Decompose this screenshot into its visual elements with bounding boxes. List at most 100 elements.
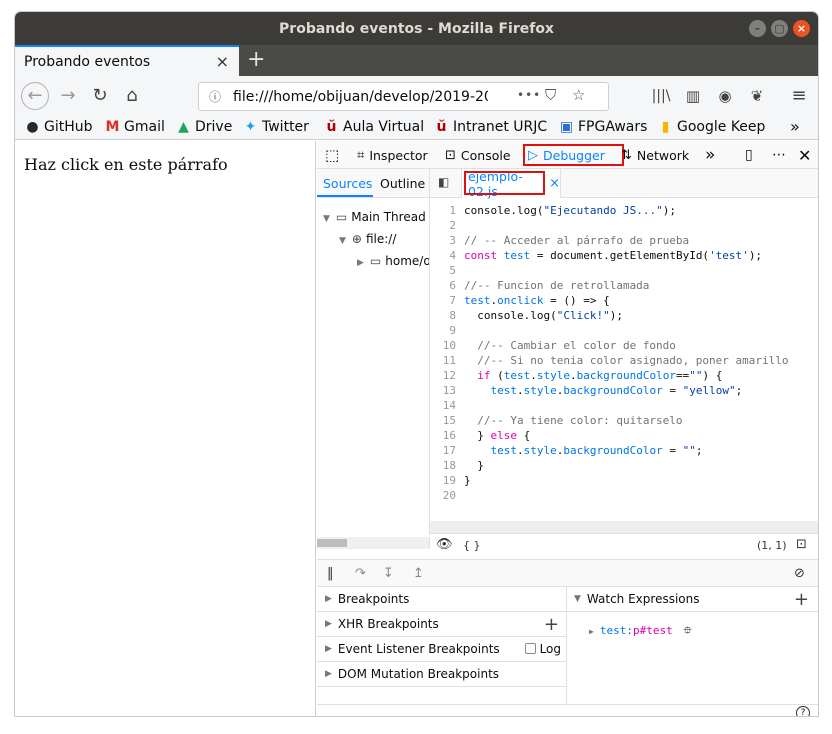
line-number[interactable]: 15 [430, 414, 456, 427]
bookmark-google-keep[interactable]: ▮ Google Keep [658, 119, 766, 135]
dom-mutation-breakpoints-section[interactable]: ▶ DOM Mutation Breakpoints [317, 662, 567, 687]
devtools-overflow-icon[interactable]: » [705, 141, 715, 169]
info-icon[interactable]: ⓘ [203, 88, 227, 105]
event-listener-breakpoints-section[interactable]: ▶ Event Listener Breakpoints Log [317, 637, 567, 662]
url-text[interactable]: file:///home/obijuan/develop/2019-20 [233, 89, 488, 105]
code-line[interactable]: const test = document.getElementById('te… [464, 249, 762, 262]
deactivate-breakpoints-icon[interactable]: ⊘ [794, 566, 805, 581]
step-in-icon[interactable]: ↧ [383, 566, 394, 581]
sidebar-icon[interactable]: ▥ [681, 84, 705, 108]
line-number[interactable]: 19 [430, 474, 456, 487]
tab-outline[interactable]: Outline [380, 176, 425, 191]
dock-side-icon[interactable]: ▯ [745, 141, 753, 169]
line-number[interactable]: 20 [430, 489, 456, 502]
code-line[interactable]: } [464, 474, 471, 487]
code-line[interactable]: } [464, 459, 484, 472]
menu-icon[interactable]: ≡ [787, 84, 811, 108]
step-out-icon[interactable]: ↥ [413, 566, 424, 581]
tab-close-icon[interactable]: × [216, 52, 229, 71]
bookmark-github[interactable]: ● GitHub [25, 119, 92, 135]
code-line[interactable]: //-- Funcion de retrollamada [464, 279, 649, 292]
new-tab-button[interactable]: + [247, 47, 265, 72]
close-window-button[interactable]: × [793, 20, 810, 37]
line-number[interactable]: 5 [430, 264, 456, 277]
bookmark-gmail[interactable]: M Gmail [105, 119, 165, 135]
code-line[interactable]: //-- Ya tiene color: quitarselo [464, 414, 682, 427]
line-number[interactable]: 6 [430, 279, 456, 292]
watch-expression-item[interactable]: ▶ test:p#test ⯐ [589, 622, 692, 641]
tab-network[interactable]: ⇅ Network [621, 141, 689, 169]
code-line[interactable]: test.onclick = () => { [464, 294, 610, 307]
breakpoints-section[interactable]: ▶ Breakpoints [317, 587, 567, 612]
bookmark-drive[interactable]: ▲ Drive [176, 119, 232, 135]
line-number[interactable]: 16 [430, 429, 456, 442]
line-number[interactable]: 13 [430, 384, 456, 397]
code-line[interactable]: if (test.style.backgroundColor=="") { [464, 369, 722, 382]
xhr-breakpoints-section[interactable]: ▶ XHR Breakpoints + [317, 612, 567, 637]
line-number[interactable]: 7 [430, 294, 456, 307]
pocket-icon[interactable]: ⛉ [545, 86, 556, 104]
tab-inspector[interactable]: ⌗ Inspector [357, 141, 428, 169]
page-actions-icon[interactable]: ••• [517, 88, 541, 102]
forward-button[interactable]: → [56, 84, 80, 108]
line-number[interactable]: 1 [430, 204, 456, 217]
watch-expressions-section[interactable]: ▼ Watch Expressions + [567, 587, 818, 612]
library-icon[interactable]: |||\ [649, 84, 673, 108]
eye-icon[interactable]: 👁 [436, 537, 453, 552]
tab-probando-eventos[interactable]: Probando eventos × [15, 45, 239, 76]
line-number[interactable]: 8 [430, 309, 456, 322]
line-number[interactable]: 3 [430, 234, 456, 247]
code-line[interactable]: test.style.backgroundColor = ""; [464, 444, 703, 457]
tree-home-folder[interactable]: ▶ ▭ home/o [357, 254, 429, 268]
bookmark-intranet-urjc[interactable]: ŭ Intranet URJC [434, 119, 548, 135]
url-bar[interactable]: ⓘ file:///home/obijuan/develop/2019-20 •… [198, 82, 609, 111]
tree-main-thread[interactable]: ▼ ▭ Main Thread [323, 210, 426, 224]
gnome-extension-icon[interactable]: ❦ [745, 84, 769, 108]
bookmark-star-icon[interactable]: ☆ [572, 86, 585, 104]
pretty-print-button[interactable]: { } [463, 539, 481, 552]
element-picker-icon[interactable]: ⬚ [325, 141, 339, 169]
account-icon[interactable]: ◉ [713, 84, 737, 108]
scrollbar-thumb[interactable] [317, 539, 347, 547]
code-line[interactable]: // -- Acceder al párrafo de prueba [464, 234, 689, 247]
line-number[interactable]: 2 [430, 219, 456, 232]
back-button[interactable]: ← [21, 82, 49, 110]
tab-console[interactable]: ⊡ Console [445, 141, 511, 169]
code-line[interactable]: //-- Cambiar el color de fondo [464, 339, 676, 352]
code-line[interactable]: console.log("Click!"); [464, 309, 623, 322]
devtools-close-icon[interactable]: ✕ [798, 141, 811, 169]
help-icon[interactable]: ? [796, 706, 810, 716]
maximize-button[interactable]: ▢ [771, 20, 788, 37]
file-tab-close-icon[interactable]: × [549, 176, 560, 191]
tab-sources[interactable]: Sources [323, 176, 372, 191]
code-line[interactable]: test.style.backgroundColor = "yellow"; [464, 384, 743, 397]
add-xhr-breakpoint-icon[interactable]: + [544, 614, 559, 635]
code-line[interactable]: } else { [464, 429, 530, 442]
code-editor[interactable]: 1 console.log("Ejecutando JS..."); 2 3 // --… [430, 198, 818, 518]
line-number[interactable]: 11 [430, 354, 456, 367]
minimize-button[interactable]: – [749, 20, 766, 37]
step-over-icon[interactable]: ↷ [355, 566, 366, 581]
tree-file-origin[interactable]: ▼ ⊕ file:// [339, 232, 396, 246]
line-number[interactable]: 14 [430, 399, 456, 412]
bookmarks-overflow-icon[interactable]: » [790, 117, 800, 136]
code-line[interactable]: //-- Si no tenia color asignado, poner a… [464, 354, 788, 367]
inspect-node-icon[interactable]: ⯐ [683, 624, 691, 637]
log-checkbox[interactable]: Log [524, 642, 561, 656]
bookmark-twitter[interactable]: ✦ Twitter [243, 119, 309, 135]
devtools-menu-icon[interactable]: ⋯ [772, 141, 786, 169]
toggle-bottom-pane-icon[interactable]: ⊡ [796, 537, 807, 552]
reload-button[interactable]: ↻ [88, 84, 112, 108]
toggle-sources-pane-icon[interactable]: ◧ [438, 175, 449, 189]
bookmark-aula-virtual[interactable]: ŭ Aula Virtual [324, 119, 425, 135]
line-number[interactable]: 12 [430, 369, 456, 382]
line-number[interactable]: 17 [430, 444, 456, 457]
line-number[interactable]: 4 [430, 249, 456, 262]
code-line[interactable]: console.log("Ejecutando JS..."); [464, 204, 676, 217]
pause-icon[interactable]: ‖ [327, 566, 334, 581]
line-number[interactable]: 18 [430, 459, 456, 472]
home-button[interactable]: ⌂ [120, 84, 144, 108]
editor-scrollbar[interactable] [430, 521, 818, 533]
tree-scrollbar[interactable] [317, 537, 430, 549]
add-watch-expression-icon[interactable]: + [794, 589, 809, 610]
